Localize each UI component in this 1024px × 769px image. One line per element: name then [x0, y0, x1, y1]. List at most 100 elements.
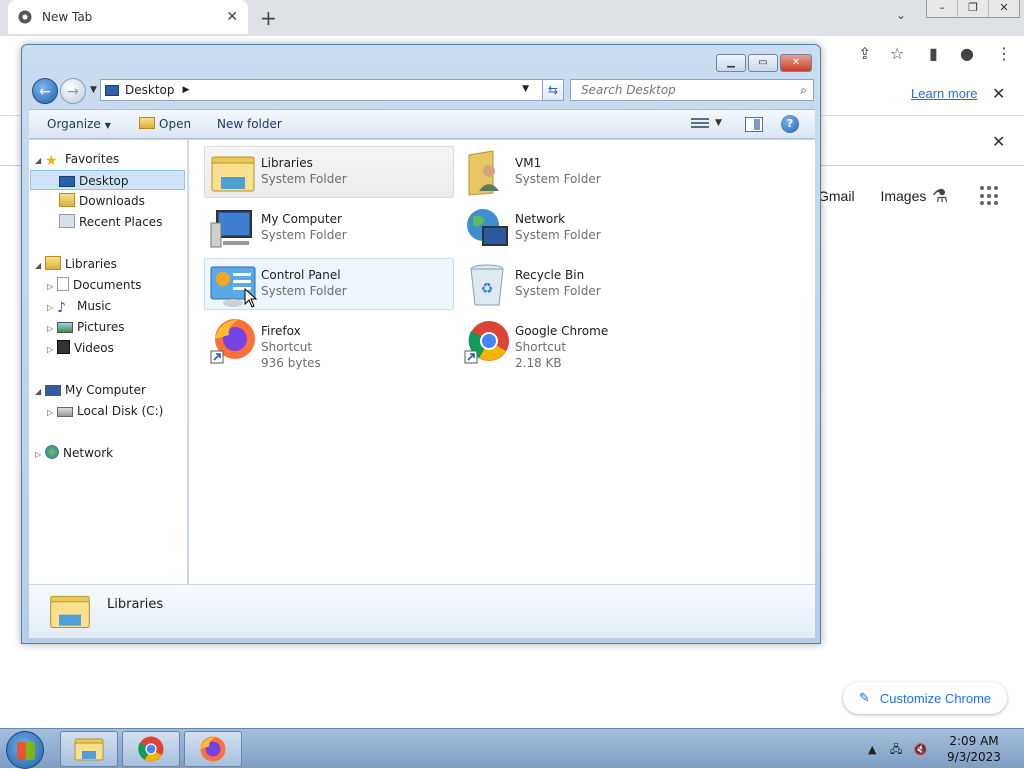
bookmark-star-icon[interactable]: ☆ [890, 44, 904, 63]
nav-documents[interactable]: ▷ Documents [47, 275, 141, 295]
content-pane: Libraries System Folder VM1 System Folde… [189, 140, 815, 584]
address-dropdown-icon[interactable]: ▼ [522, 84, 529, 94]
item-name: Recycle Bin [515, 268, 585, 282]
help-icon[interactable]: ? [781, 115, 799, 133]
change-view-icon[interactable] [691, 118, 709, 132]
svg-text:♻: ♻ [481, 281, 494, 297]
collapsed-triangle-icon[interactable]: ▷ [47, 319, 57, 339]
nav-downloads-label: Downloads [79, 194, 145, 208]
collapsed-triangle-icon[interactable]: ▷ [47, 298, 57, 318]
nav-favorites[interactable]: ◢ ★ Favorites [35, 149, 119, 169]
network-status-icon[interactable]: 🖧 [890, 743, 902, 756]
item-firefox[interactable]: Firefox Shortcut 936 bytes [204, 314, 454, 370]
address-text[interactable]: Desktop [125, 83, 175, 97]
chrome-tab-strip: New Tab ✕ + ⌄ – ❐ ✕ [0, 0, 1024, 36]
tab-search-chevron-icon[interactable]: ⌄ [896, 8, 906, 22]
profile-avatar-icon[interactable]: ● [960, 44, 974, 63]
item-name: Google Chrome [515, 324, 609, 338]
nav-pictures[interactable]: ▷ Pictures [47, 317, 125, 337]
google-apps-icon[interactable] [980, 186, 1000, 206]
info-bar-close-icon[interactable]: ✕ [992, 84, 1005, 103]
preview-pane-icon[interactable] [745, 117, 763, 132]
open-label: Open [159, 117, 192, 131]
tab-close-icon[interactable]: ✕ [226, 9, 238, 25]
nav-recent-places[interactable]: Recent Places [59, 212, 162, 232]
open-folder-icon [139, 117, 155, 129]
nav-videos[interactable]: ▷ Videos [47, 338, 114, 358]
tab-new-tab[interactable]: New Tab ✕ [8, 0, 248, 34]
close-icon[interactable]: ✕ [780, 54, 812, 72]
network-icon [467, 209, 508, 246]
google-links: Gmail Images [818, 188, 948, 204]
forward-arrow-icon[interactable]: → [60, 78, 86, 104]
desktop-icon [105, 84, 119, 96]
browser-close-icon[interactable]: ✕ [988, 0, 1019, 17]
nav-favorites-label: Favorites [65, 152, 120, 166]
new-folder-button[interactable]: New folder [217, 117, 282, 131]
libraries-folder-icon [211, 156, 255, 192]
nav-local-disk[interactable]: ▷ Local Disk (C:) [47, 401, 163, 421]
organize-button[interactable]: Organize ▼ [47, 117, 111, 131]
nav-downloads[interactable]: Downloads [59, 191, 145, 211]
nav-my-computer[interactable]: ◢ My Computer [35, 380, 146, 400]
expanded-triangle-icon[interactable]: ◢ [35, 382, 45, 402]
side-panel-icon[interactable]: ▮ [929, 44, 938, 63]
item-type: System Folder [261, 228, 347, 242]
start-button[interactable] [6, 731, 44, 769]
item-size: 2.18 KB [515, 356, 562, 370]
item-recycle-bin[interactable]: ♻ Recycle Bin System Folder [458, 258, 708, 310]
browser-minimize-icon[interactable]: – [927, 0, 957, 17]
gmail-link[interactable]: Gmail [818, 188, 855, 204]
item-vm1[interactable]: VM1 System Folder [458, 146, 708, 198]
nav-desktop[interactable]: Desktop [30, 170, 185, 190]
item-google-chrome[interactable]: Google Chrome Shortcut 2.18 KB [458, 314, 708, 370]
open-button[interactable]: Open [139, 117, 191, 131]
recent-pages-chevron-icon[interactable]: ▼ [90, 85, 97, 95]
browser-restore-icon[interactable]: ❐ [957, 0, 988, 17]
new-tab-button[interactable]: + [260, 6, 277, 30]
taskbar-chrome-button[interactable] [122, 731, 180, 767]
nav-music-label: Music [77, 299, 112, 313]
share-icon[interactable]: ⇪ [858, 44, 871, 63]
collapsed-triangle-icon[interactable]: ▷ [47, 403, 57, 423]
taskbar-clock[interactable]: 2:09 AM 9/3/2023 [944, 733, 1004, 765]
show-hidden-icons-icon[interactable]: ▲ [868, 743, 876, 756]
clock-date: 9/3/2023 [947, 750, 1001, 764]
item-control-panel[interactable]: Control Panel System Folder [204, 258, 454, 310]
item-size: 936 bytes [261, 356, 321, 370]
nav-desktop-label: Desktop [79, 174, 129, 188]
window-controls: ▁ ▭ ✕ [716, 54, 812, 72]
view-options-caret-icon[interactable]: ▼ [715, 118, 722, 128]
nav-libraries[interactable]: ◢ Libraries [35, 254, 117, 274]
refresh-icon[interactable]: ⇆ [542, 79, 564, 101]
back-arrow-icon[interactable]: ← [32, 78, 58, 104]
item-my-computer[interactable]: My Computer System Folder [204, 202, 454, 254]
taskbar-explorer-button[interactable] [60, 731, 118, 767]
address-bar[interactable]: Desktop ▶ ▼ [100, 79, 564, 101]
item-name: My Computer [261, 212, 342, 226]
item-name: Firefox [261, 324, 301, 338]
collapsed-triangle-icon[interactable]: ▷ [47, 277, 57, 297]
item-libraries[interactable]: Libraries System Folder [204, 146, 454, 198]
customize-chrome-button[interactable]: ✎ Customize Chrome [843, 682, 1007, 714]
second-bar-close-icon[interactable]: ✕ [992, 132, 1005, 151]
nav-network[interactable]: ▷ Network [35, 443, 113, 463]
images-link[interactable]: Images [880, 188, 926, 204]
nav-music[interactable]: ▷ ♪ Music [47, 296, 111, 316]
collapsed-triangle-icon[interactable]: ▷ [47, 340, 57, 360]
expanded-triangle-icon[interactable]: ◢ [35, 151, 45, 171]
search-input[interactable] [579, 82, 779, 98]
menu-kebab-icon[interactable]: ⋮ [996, 44, 1012, 63]
labs-flask-icon[interactable]: ⚗ [932, 186, 948, 207]
breadcrumb-arrow-icon[interactable]: ▶ [183, 85, 190, 95]
collapsed-triangle-icon[interactable]: ▷ [35, 445, 45, 465]
explorer-window: ▁ ▭ ✕ ← → ▼ Desktop ▶ ▼ ⇆ ⌕ Organize▼ Op… [21, 44, 821, 644]
learn-more-link[interactable]: Learn more [911, 86, 977, 101]
minimize-icon[interactable]: ▁ [716, 54, 746, 72]
volume-muted-icon[interactable]: 🔇 [914, 743, 928, 756]
maximize-icon[interactable]: ▭ [748, 54, 778, 72]
search-icon[interactable]: ⌕ [800, 83, 807, 98]
taskbar-firefox-button[interactable] [184, 731, 242, 767]
item-network[interactable]: Network System Folder [458, 202, 708, 254]
expanded-triangle-icon[interactable]: ◢ [35, 256, 45, 276]
